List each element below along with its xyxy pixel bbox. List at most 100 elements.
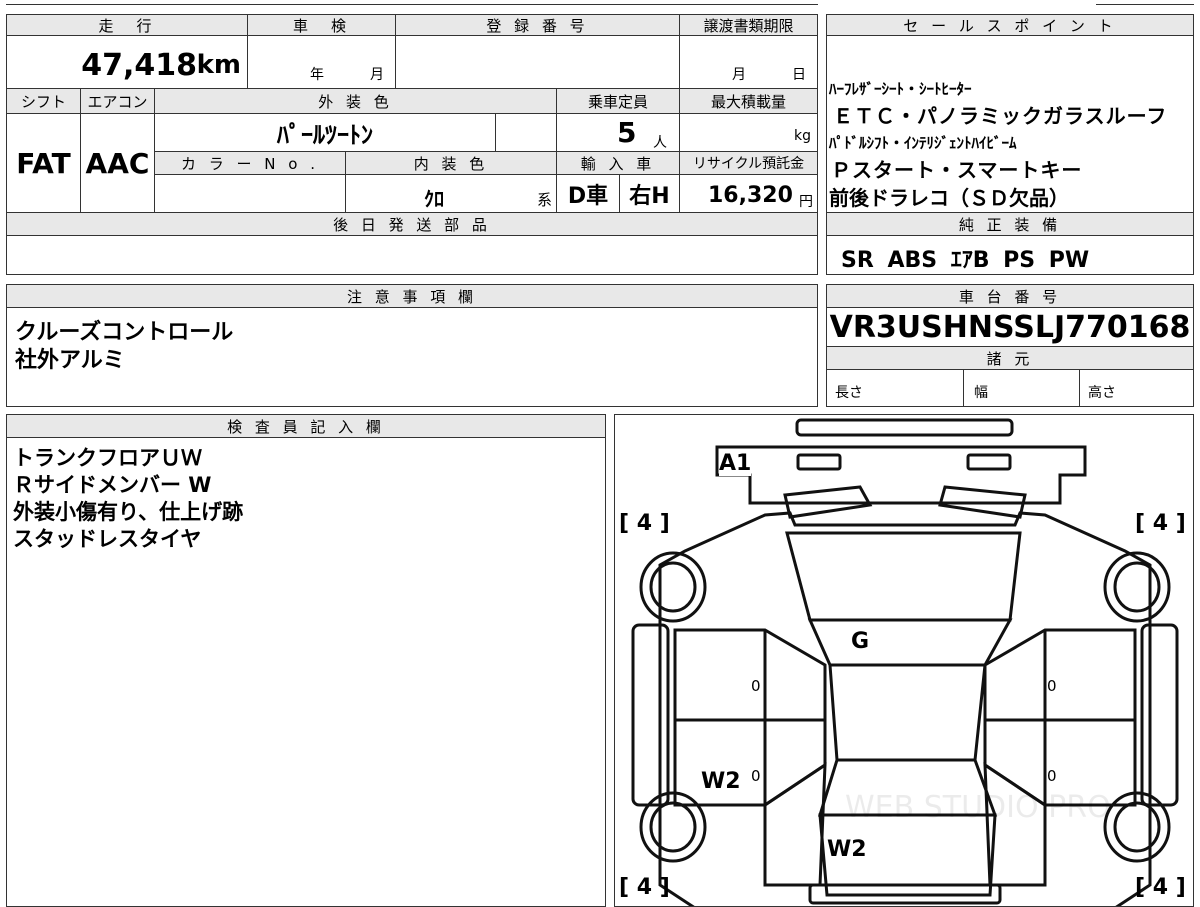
- tire-bracket-close: ]: [659, 511, 670, 536]
- spec-height-label: 高さ: [1088, 385, 1116, 401]
- steering-value: 右H: [629, 183, 670, 209]
- damage-mark-a1: A1: [719, 451, 752, 476]
- genuine-equipment-value: SR ABS ｴｱB PS PW: [841, 248, 1090, 273]
- sales-point-line-2: ＥＴＣ・パノラミックガラスルーフ: [833, 104, 1168, 128]
- later-parts-cell: [6, 235, 818, 275]
- tire-bracket-close: ]: [1175, 875, 1186, 900]
- spec-length-label: 長さ: [835, 385, 863, 401]
- exterior-color-cell: ﾊﾟｰﾙﾂｰﾄﾝ: [154, 113, 496, 152]
- aircon-value: AAC: [85, 146, 150, 180]
- top-cut-strip-right: [1096, 0, 1194, 5]
- exterior-color-header: 外 装 色: [154, 88, 557, 114]
- recycle-cell: 16,320 円: [679, 174, 818, 213]
- interior-color-header: 内 装 色: [345, 151, 557, 175]
- inspection-header: 車 検: [247, 14, 396, 36]
- recycle-unit: 円: [799, 194, 813, 210]
- sales-point-line-3: ﾊﾟﾄﾞﾙｼﾌﾄ・ｲﾝﾃﾘｼﾞｪﾝﾄﾊｲﾋﾞｰﾑ: [829, 134, 1017, 152]
- sales-point-header: セ ー ル ス ポ イ ン ト: [826, 14, 1194, 36]
- transfer-deadline-cell: 月 日: [679, 35, 818, 89]
- zero-mark-right-rear: 0: [1047, 767, 1057, 785]
- import-type-cell: D車: [556, 174, 620, 213]
- tire-depth-front-right: [ 4 ]: [1135, 511, 1186, 536]
- registration-header: 登 録 番 号: [395, 14, 680, 36]
- spec-width-cell: 幅: [963, 369, 1080, 407]
- inspector-header: 検 査 員 記 入 欄: [6, 414, 606, 438]
- zero-mark-right-front: 0: [1047, 677, 1057, 695]
- notes-line-2: 社外アルミ: [15, 348, 125, 373]
- spec-length-cell: 長さ: [826, 369, 964, 407]
- rocker-right: [1140, 623, 1179, 807]
- tire-depth-value: 4: [1152, 511, 1169, 536]
- tire-bracket-open: [: [1135, 511, 1146, 536]
- aircon-header: エアコン: [80, 88, 155, 114]
- body-outline: [658, 511, 1152, 906]
- later-parts-header: 後 日 発 送 部 品: [6, 212, 818, 236]
- mileage-header: 走 行: [6, 14, 248, 36]
- roof: [828, 663, 987, 762]
- tire-bracket-close: ]: [1175, 511, 1186, 536]
- mileage-unit: km: [196, 50, 241, 80]
- exterior-color-value: ﾊﾟｰﾙﾂｰﾄﾝ: [277, 121, 373, 149]
- damage-mark-w2-left: W2: [701, 769, 741, 794]
- aircon-cell: AAC: [80, 113, 155, 213]
- capacity-cell: 5 人: [556, 113, 680, 152]
- capacity-unit: 人: [653, 135, 667, 151]
- mileage-cell: 47,418 km: [6, 35, 248, 89]
- chassis-number-header: 車 台 番 号: [826, 284, 1194, 308]
- genuine-equipment-header: 純 正 装 備: [826, 212, 1194, 236]
- capacity-header: 乗車定員: [556, 88, 680, 114]
- inspection-month-label: 月: [370, 67, 384, 83]
- transfer-month-label: 月: [732, 67, 746, 83]
- shift-value: FAT: [16, 146, 71, 180]
- damage-mark-w2-rear: W2: [827, 837, 867, 862]
- tire-bracket-open: [: [619, 875, 630, 900]
- max-load-unit: kg: [794, 128, 811, 144]
- inspection-cell: 年 月: [247, 35, 396, 89]
- car-diagram-panel: [ 4 ] [ 4 ] [ 4 ] [ 4 ] A1 G W2 W2 0 0 0…: [614, 414, 1194, 907]
- notes-header: 注 意 事 項 欄: [6, 284, 818, 308]
- inspector-line-4: スタッドレスタイヤ: [13, 527, 202, 551]
- color-no-cell: [154, 174, 346, 213]
- tire-bracket-open: [: [619, 511, 630, 536]
- shift-header: シフト: [6, 88, 81, 114]
- max-load-header: 最大積載量: [679, 88, 818, 114]
- import-type-value: D車: [567, 183, 609, 209]
- mileage-value: 47,418: [81, 48, 197, 83]
- interior-color-cell: ｸﾛ 系: [345, 174, 557, 213]
- inspector-line-2: Ｒサイドメンバー W: [13, 473, 212, 497]
- inspector-cell: トランクフロアＵＷ Ｒサイドメンバー W 外装小傷有り、仕上げ跡 スタッドレスタ…: [6, 437, 606, 907]
- door-left-rear: [673, 718, 827, 807]
- color-no-header: カ ラ ー N o .: [154, 151, 346, 175]
- sales-point-cell: ﾊｰﾌﾚｻﾞｰｼｰﾄ・ｼｰﾄﾋｰﾀｰ ＥＴＣ・パノラミックガラスルーフ ﾊﾟﾄﾞ…: [826, 35, 1194, 213]
- spec-width-label: 幅: [974, 385, 988, 401]
- tire-bracket-open: [: [1135, 875, 1146, 900]
- car-diagram: [631, 418, 1179, 906]
- spec-height-cell: 高さ: [1079, 369, 1194, 407]
- genuine-equipment-cell: SR ABS ｴｱB PS PW: [826, 235, 1194, 275]
- tire-depth-value: 4: [636, 875, 653, 900]
- shift-cell: FAT: [6, 113, 81, 213]
- notes-cell: クルーズコントロール 社外アルミ: [6, 307, 818, 407]
- front-outline: [715, 445, 1087, 505]
- chassis-number-cell: VR3USHNSSLJ770168: [826, 307, 1194, 347]
- transfer-deadline-header: 譲渡書類期限: [679, 14, 818, 36]
- hood: [785, 531, 1022, 622]
- damage-mark-g: G: [851, 629, 870, 654]
- tire-depth-front-left: [ 4 ]: [619, 511, 670, 536]
- inspector-line-1: トランクフロアＵＷ: [13, 446, 202, 470]
- tire-depth-rear-right: [ 4 ]: [1135, 875, 1186, 900]
- chassis-number-value: VR3USHNSSLJ770168: [829, 309, 1191, 345]
- exterior-color-extra-cell: [495, 113, 557, 152]
- zero-mark-left-front: 0: [751, 677, 761, 695]
- windshield: [807, 618, 1013, 667]
- registration-cell: [395, 35, 680, 89]
- steering-cell: 右H: [619, 174, 680, 213]
- sales-point-line-1: ﾊｰﾌﾚｻﾞｰｼｰﾄ・ｼｰﾄﾋｰﾀｰ: [829, 80, 972, 98]
- interior-color-suffix: 系: [536, 191, 552, 209]
- tire-bracket-close: ]: [659, 875, 670, 900]
- top-cut-strip: [6, 0, 818, 5]
- sales-point-line-4: Ｐスタート・スマートキー: [831, 158, 1083, 182]
- watermark: WEB STUDIO PRO: [845, 790, 1111, 825]
- headlight-left: [796, 453, 842, 471]
- tire-depth-value: 4: [636, 511, 653, 536]
